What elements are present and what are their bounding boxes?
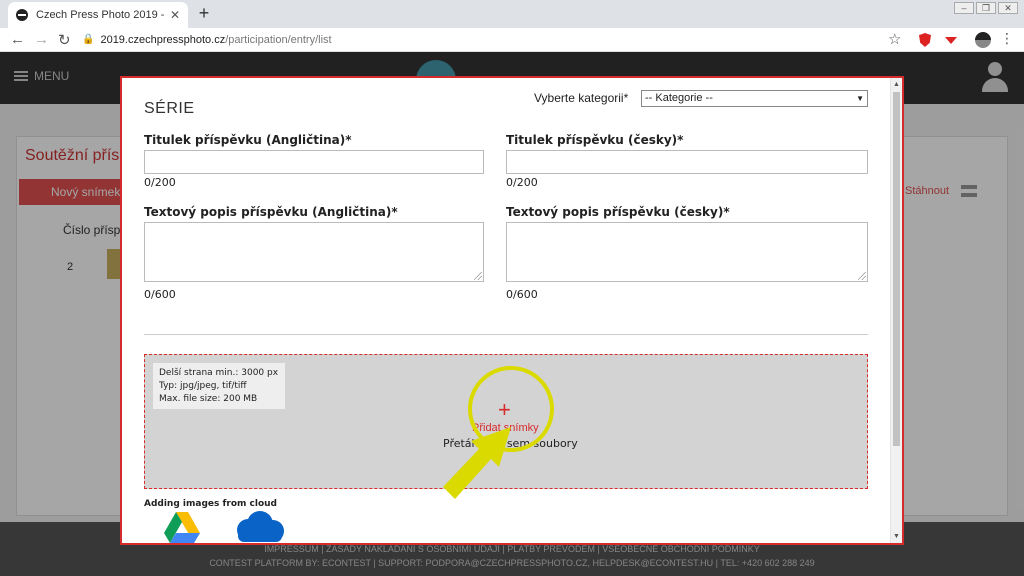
resize-grip-icon[interactable] [474,272,482,280]
file-type-info: Typ: jpg/jpeg, tif/tiff [159,381,247,391]
image-dropzone[interactable]: Delší strana min.: 3000 px Typ: jpg/jpeg… [144,354,868,499]
address-bar: ← → ↻ 🔒 2019.czechpressphoto.cz/particip… [0,28,1024,52]
forward-icon[interactable]: → [34,31,49,48]
url-field[interactable]: 🔒 2019.czechpressphoto.cz/participation/… [82,31,912,49]
shield-extension-icon[interactable] [919,33,931,47]
url-domain: 2019.czechpressphoto.cz [100,34,226,46]
lock-icon: 🔒 [82,34,95,45]
onedrive-icon[interactable] [230,510,286,544]
category-selected-value: -- Kategorie -- [645,92,713,104]
category-label: Vyberte kategorii* [534,91,629,105]
desc-cs-textarea[interactable] [506,222,868,282]
restore-button[interactable]: ❐ [976,2,996,14]
resize-grip-icon[interactable] [858,272,866,280]
browser-menu-icon[interactable]: ⋮ [1000,30,1014,47]
window-controls: – ❐ ✕ [954,2,1018,14]
upload-requirements: Delší strana min.: 3000 px Typ: jpg/jpeg… [153,363,285,409]
desc-cs-label: Textový popis příspěvku (česky)* [506,205,730,219]
site-favicon-icon [16,9,28,21]
google-drive-icon[interactable] [164,512,200,544]
tab-title: Czech Press Photo 2019 - eContest [36,9,166,21]
browser-tab-bar: Czech Press Photo 2019 - eContest ✕ + – … [0,0,1024,28]
close-tab-icon[interactable]: ✕ [170,8,180,22]
bookmark-star-icon[interactable]: ☆ [888,30,901,48]
modal-scrollbar[interactable]: ▲ ▼ [890,78,902,543]
category-select[interactable]: -- Kategorie -- ▼ [641,90,868,107]
title-en-input[interactable] [144,150,484,174]
title-cs-label: Titulek příspěvku (česky)* [506,133,684,147]
min-size-info: Delší strana min.: 3000 px [159,368,279,378]
scroll-thumb[interactable] [893,92,900,446]
profile-avatar-icon[interactable] [975,32,991,48]
reload-icon[interactable]: ↻ [58,31,71,49]
back-icon[interactable]: ← [10,31,25,48]
title-cs-counter: 0/200 [506,176,538,189]
dropdown-arrow-icon: ▼ [856,94,864,103]
series-modal: SÉRIE Vyberte kategorii* -- Kategorie --… [120,76,904,545]
extension-icon[interactable] [945,37,957,44]
modal-content: SÉRIE Vyberte kategorii* -- Kategorie --… [122,78,890,543]
title-cs-input[interactable] [506,150,868,174]
browser-tab[interactable]: Czech Press Photo 2019 - eContest ✕ [8,2,188,28]
cloud-import-label: Adding images from cloud [144,499,277,509]
scroll-down-icon[interactable]: ▼ [893,533,900,540]
title-en-label: Titulek příspěvku (Angličtina)* [144,133,352,147]
scroll-up-icon[interactable]: ▲ [893,81,900,88]
desc-en-label: Textový popis příspěvku (Angličtina)* [144,205,398,219]
minimize-button[interactable]: – [954,2,974,14]
url-path: /participation/entry/list [225,34,332,46]
desc-cs-counter: 0/600 [506,288,538,301]
max-file-size-info: Max. file size: 200 MB [159,394,258,404]
desc-en-textarea[interactable] [144,222,484,282]
section-divider [144,334,868,335]
modal-title: SÉRIE [144,100,195,117]
new-tab-button[interactable]: + [194,3,214,24]
close-window-button[interactable]: ✕ [998,2,1018,14]
desc-en-counter: 0/600 [144,288,176,301]
pointer-arrow-icon [443,427,511,499]
title-en-counter: 0/200 [144,176,176,189]
